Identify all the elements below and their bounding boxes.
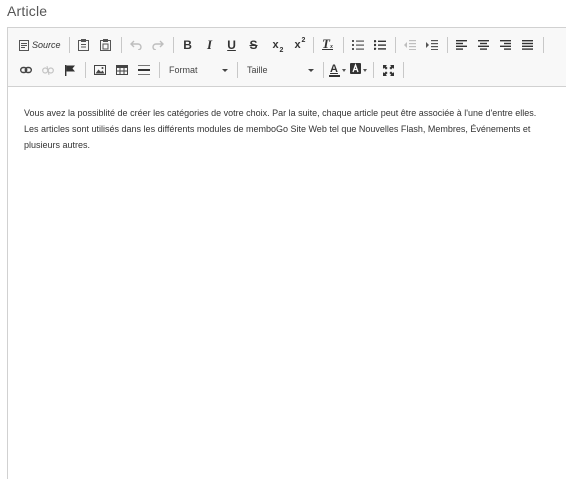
toolbar-separator xyxy=(542,37,544,53)
paste-word-icon xyxy=(100,39,112,51)
strikethrough-button[interactable]: S xyxy=(245,35,263,55)
toolbar-separator xyxy=(68,37,70,53)
numbered-list-button[interactable] xyxy=(349,35,367,55)
bold-icon: B xyxy=(183,38,192,52)
toolbar-separator xyxy=(159,62,160,78)
toolbar-separator xyxy=(342,37,344,53)
text-color-icon: A xyxy=(329,63,340,77)
align-left-button[interactable] xyxy=(453,35,471,55)
bulleted-list-button[interactable] xyxy=(371,35,389,55)
background-color-button[interactable] xyxy=(350,61,367,79)
underline-icon: U xyxy=(227,38,236,52)
editor-toolbar: Source B I U S x 2 x 2 Tx Format Taille … xyxy=(8,28,566,87)
superscript-button[interactable]: x2 xyxy=(289,35,307,55)
paste-text-icon xyxy=(78,39,90,51)
background-color-icon xyxy=(350,61,361,79)
text-color-letter: A xyxy=(330,63,338,75)
undo-icon xyxy=(129,40,142,50)
source-button[interactable]: Source xyxy=(17,35,63,55)
subscript-button[interactable]: x2 xyxy=(267,35,285,55)
toolbar-separator xyxy=(85,62,86,78)
bulleted-list-icon xyxy=(373,40,386,50)
maximize-button[interactable] xyxy=(379,60,397,80)
paste-text-button[interactable] xyxy=(75,35,93,55)
table-button[interactable] xyxy=(113,60,131,80)
undo-button[interactable] xyxy=(127,35,145,55)
toolbar-separator xyxy=(120,37,122,53)
toolbar-separator xyxy=(373,62,374,78)
paste-word-button[interactable] xyxy=(97,35,115,55)
format-label: Format xyxy=(169,65,198,75)
editor-content-area[interactable]: Vous avez la possiblité de créer les cat… xyxy=(24,105,549,153)
toolbar-row-1: Source B I U S x 2 x 2 Tx xyxy=(17,35,549,55)
numbered-list-icon xyxy=(351,40,364,50)
toolbar-separator xyxy=(237,62,238,78)
remove-format-button[interactable]: Tx xyxy=(319,35,337,55)
underline-button[interactable]: U xyxy=(223,35,241,55)
bold-button[interactable]: B xyxy=(179,35,197,55)
maximize-icon xyxy=(382,64,394,76)
toolbar-separator xyxy=(323,62,324,78)
indent-icon xyxy=(425,40,438,50)
toolbar-separator xyxy=(312,37,314,53)
source-icon xyxy=(19,39,29,51)
chevron-down-icon xyxy=(342,68,346,72)
link-button[interactable] xyxy=(17,60,35,80)
toolbar-separator xyxy=(403,62,404,78)
strikethrough-icon: S xyxy=(249,38,258,52)
align-center-icon xyxy=(478,40,490,50)
toolbar-row-2: Format Taille A xyxy=(17,60,409,80)
toolbar-separator xyxy=(446,37,448,53)
format-dropdown[interactable]: Format xyxy=(165,61,231,79)
chevron-down-icon xyxy=(363,68,367,72)
redo-button[interactable] xyxy=(149,35,167,55)
link-icon xyxy=(20,66,32,74)
outdent-icon xyxy=(403,40,416,50)
horizontal-line-icon xyxy=(138,65,150,75)
chevron-down-icon xyxy=(308,68,314,72)
justify-button[interactable] xyxy=(519,35,537,55)
anchor-button[interactable] xyxy=(61,60,79,80)
outdent-button[interactable] xyxy=(401,35,419,55)
italic-button[interactable]: I xyxy=(201,35,219,55)
italic-icon: I xyxy=(207,37,213,52)
font-size-dropdown[interactable]: Taille xyxy=(243,61,317,79)
text-color-button[interactable]: A xyxy=(329,63,346,77)
horizontal-line-button[interactable] xyxy=(135,60,153,80)
table-icon xyxy=(116,65,128,75)
toolbar-separator xyxy=(394,37,396,53)
remove-format-icon: Tx xyxy=(322,35,333,51)
image-button[interactable] xyxy=(91,60,109,80)
font-size-label: Taille xyxy=(247,65,268,75)
align-center-button[interactable] xyxy=(475,35,493,55)
rich-text-editor: Source B I U S x 2 x 2 Tx Format Taille … xyxy=(7,27,566,479)
anchor-flag-icon xyxy=(65,64,75,76)
indent-button[interactable] xyxy=(423,35,441,55)
justify-icon xyxy=(522,40,534,50)
redo-icon xyxy=(151,40,164,50)
unlink-button[interactable] xyxy=(39,60,57,80)
source-label: Source xyxy=(32,40,61,50)
chevron-down-icon xyxy=(222,68,228,72)
unlink-icon xyxy=(42,65,54,75)
superscript-icon: x2 xyxy=(294,37,306,51)
article-field-label: Article xyxy=(7,3,48,19)
toolbar-separator xyxy=(172,37,174,53)
image-icon xyxy=(94,65,106,75)
align-right-button[interactable] xyxy=(497,35,515,55)
align-left-icon xyxy=(456,40,468,50)
subscript-icon: x2 xyxy=(272,39,284,54)
align-right-icon xyxy=(500,40,512,50)
